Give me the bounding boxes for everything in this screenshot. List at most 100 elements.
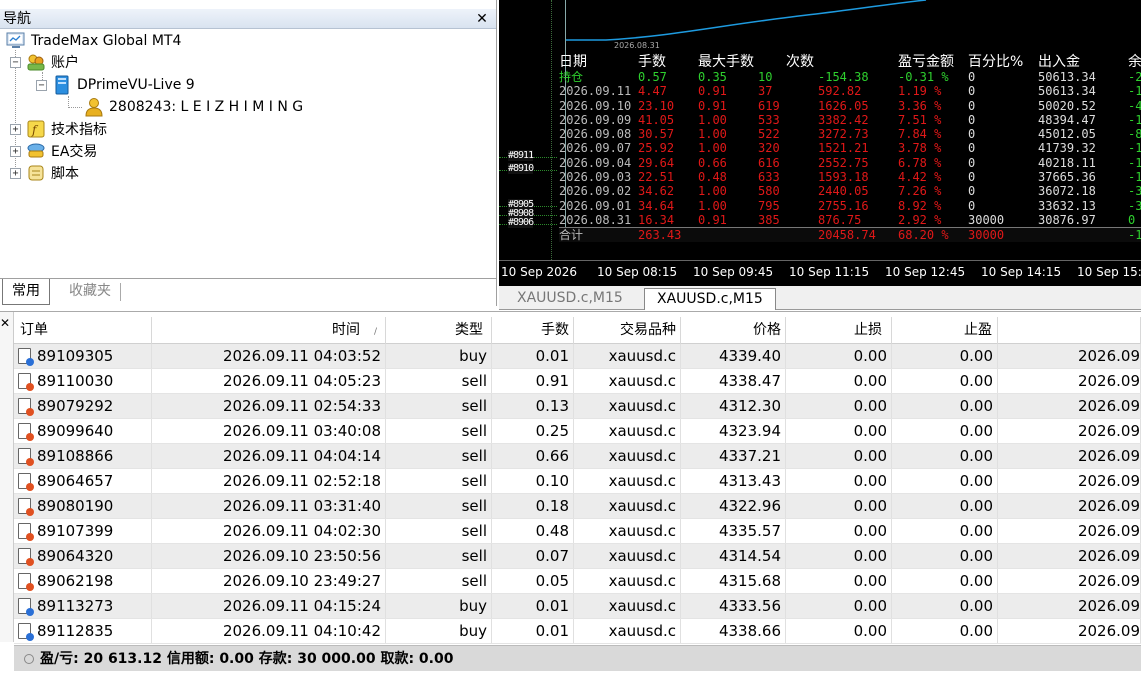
stats-header-cell: 余额 xyxy=(1128,54,1141,70)
buy-order-icon xyxy=(18,598,34,616)
stats-cell: 30.57 xyxy=(638,127,675,142)
stats-cell: 7.51 % xyxy=(898,112,942,127)
order-type: buy xyxy=(386,344,492,368)
stats-cell: 616 xyxy=(758,155,780,170)
order-id: 89064320 xyxy=(14,544,152,568)
order-row[interactable]: 89079292 2026.09.11 02:54:33 sell 0.13 xauus… xyxy=(14,394,1141,419)
order-row[interactable]: 89062198 2026.09.10 23:49:27 sell 0.05 xauus… xyxy=(14,569,1141,594)
order-row[interactable]: 89107399 2026.09.11 04:02:30 sell 0.48 xauus… xyxy=(14,519,1141,544)
stats-cell: 8.92 % xyxy=(898,198,942,213)
order-extra: 2026.09 xyxy=(998,369,1141,393)
stats-cell: 3.36 % xyxy=(898,98,942,113)
stats-cell: 40218.11 xyxy=(1038,155,1096,170)
order-row[interactable]: 89099640 2026.09.11 03:40:08 sell 0.25 xauus… xyxy=(14,419,1141,444)
order-id-text: 89108866 xyxy=(37,447,114,465)
stats-cell: 3.78 % xyxy=(898,141,942,156)
order-row[interactable]: 89110030 2026.09.11 04:05:23 sell 0.91 xauus… xyxy=(14,369,1141,394)
tree-indicators[interactable]: + f 技术指标 xyxy=(10,118,107,140)
sell-order-icon xyxy=(18,548,34,566)
column-header[interactable]: 交易品种 xyxy=(574,317,681,344)
stats-cell: 0.91 xyxy=(698,98,727,113)
order-tp: 0.00 xyxy=(892,469,998,493)
column-header[interactable]: 类型 xyxy=(386,317,492,344)
chart-tab-inactive[interactable]: XAUUSD.c,M15 xyxy=(505,288,635,310)
stats-cell: -8 xyxy=(1128,127,1141,142)
stats-cell: 20458.74 xyxy=(818,228,876,243)
expand-icon[interactable]: + xyxy=(10,145,21,157)
order-extra: 2026.09 xyxy=(998,519,1141,543)
stats-cell: 30876.97 xyxy=(1038,212,1096,227)
expand-icon[interactable]: + xyxy=(10,123,21,135)
chart-window[interactable]: 2026.08.31 日期 手数 最大手数 次数 盈亏金额百分比% 出入金 余额持仓 0.57… xyxy=(499,0,1141,286)
order-row[interactable]: 89109305 2026.09.11 04:03:52 buy 0.01 xauusd… xyxy=(14,344,1141,369)
order-sl: 0.00 xyxy=(786,469,892,493)
tree-ea[interactable]: + EA交易 xyxy=(10,140,97,162)
stats-cell: 29.64 xyxy=(638,155,675,170)
order-lots: 0.01 xyxy=(492,619,574,643)
sell-order-icon xyxy=(18,398,34,416)
order-row[interactable]: 89080190 2026.09.11 03:31:40 sell 0.18 xauus… xyxy=(14,494,1141,519)
order-tp: 0.00 xyxy=(892,569,998,593)
column-header[interactable] xyxy=(998,317,1141,344)
order-row[interactable]: 89113273 2026.09.11 04:15:24 buy 0.01 xauusd… xyxy=(14,594,1141,619)
stats-cell: 22.51 xyxy=(638,170,675,185)
tree-server[interactable]: − DPrimeVU-Live 9 xyxy=(36,74,195,96)
order-time: 2026.09.11 04:04:14 xyxy=(152,444,386,468)
stats-cell: 34.64 xyxy=(638,198,675,213)
column-header[interactable]: 手数 xyxy=(492,317,574,344)
column-header[interactable]: 价格 xyxy=(681,317,786,344)
column-label: 时间 xyxy=(331,322,360,338)
stats-cell: 795 xyxy=(758,198,780,213)
column-header[interactable]: 订单 xyxy=(14,317,152,344)
column-header[interactable]: 止损 xyxy=(786,317,892,344)
navigator-close-button[interactable]: ✕ xyxy=(474,9,490,29)
stats-cell: 30000 xyxy=(968,228,1005,243)
collapse-icon[interactable]: − xyxy=(36,79,47,91)
stats-cell: 1.00 xyxy=(698,141,727,156)
order-row[interactable]: 89108866 2026.09.11 04:04:14 sell 0.66 xauus… xyxy=(14,444,1141,469)
stats-cell: -1 xyxy=(1128,141,1141,156)
order-price: 4338.47 xyxy=(681,369,786,393)
stats-cell: 2552.75 xyxy=(818,155,869,170)
order-time: 2026.09.10 23:49:27 xyxy=(152,569,386,593)
indicators-icon: f xyxy=(26,119,46,139)
stats-cell: 0 xyxy=(968,198,976,213)
stats-cell: 633 xyxy=(758,170,780,185)
order-time: 2026.09.11 04:10:42 xyxy=(152,619,386,643)
order-extra: 2026.09 xyxy=(998,544,1141,568)
order-lots: 0.48 xyxy=(492,519,574,543)
tree-indicators-label: 技术指标 xyxy=(51,122,107,138)
order-row[interactable]: 89064320 2026.09.10 23:50:56 sell 0.07 xauus… xyxy=(14,544,1141,569)
tab-common[interactable]: 常用 xyxy=(2,279,50,305)
order-time: 2026.09.10 23:50:56 xyxy=(152,544,386,568)
terminal-close-button[interactable]: ✕ xyxy=(0,316,12,330)
tree-scripts[interactable]: + 脚本 xyxy=(10,162,79,184)
order-tp: 0.00 xyxy=(892,519,998,543)
order-row[interactable]: 89064657 2026.09.11 02:52:18 sell 0.10 xauus… xyxy=(14,469,1141,494)
chart-tab-active[interactable]: XAUUSD.c,M15 xyxy=(644,288,776,310)
stats-row: 2026.09.10 23.10 0.91 619 1626.05 3.36 % 0 5002… xyxy=(559,99,1141,113)
stats-cell: 0.48 xyxy=(698,170,727,185)
tree-accounts[interactable]: − 账户 xyxy=(10,51,79,73)
tab-favorites[interactable]: 收藏夹 xyxy=(60,283,121,301)
collapse-icon[interactable]: − xyxy=(10,56,21,68)
order-time: 2026.09.11 03:40:08 xyxy=(152,419,386,443)
column-header[interactable]: 止盈 xyxy=(892,317,998,344)
expand-icon[interactable]: + xyxy=(10,167,21,179)
order-tp: 0.00 xyxy=(892,344,998,368)
order-id: 89112835 xyxy=(14,619,152,643)
stats-cell: 0 xyxy=(968,84,976,99)
order-time: 2026.09.11 03:31:40 xyxy=(152,494,386,518)
order-tp: 0.00 xyxy=(892,594,998,618)
order-row[interactable]: 89112835 2026.09.11 04:10:42 buy 0.01 xauusd… xyxy=(14,619,1141,644)
stats-row: 2026.09.08 30.57 1.00 522 3272.73 7.84 % 0 4501… xyxy=(559,127,1141,141)
navigator-tabs: 常用 收藏夹 xyxy=(0,278,496,306)
tree-root[interactable]: TradeMax Global MT4 xyxy=(6,30,181,52)
tree-account[interactable]: 2808243: L E I Z H I M I N G xyxy=(84,96,303,118)
order-tp: 0.00 xyxy=(892,544,998,568)
order-id-text: 89064657 xyxy=(37,472,114,490)
stats-cell: 0.91 xyxy=(698,84,727,99)
column-header[interactable]: 时间 / xyxy=(152,317,386,344)
sell-order-icon xyxy=(18,448,34,466)
order-id-text: 89099640 xyxy=(37,422,114,440)
